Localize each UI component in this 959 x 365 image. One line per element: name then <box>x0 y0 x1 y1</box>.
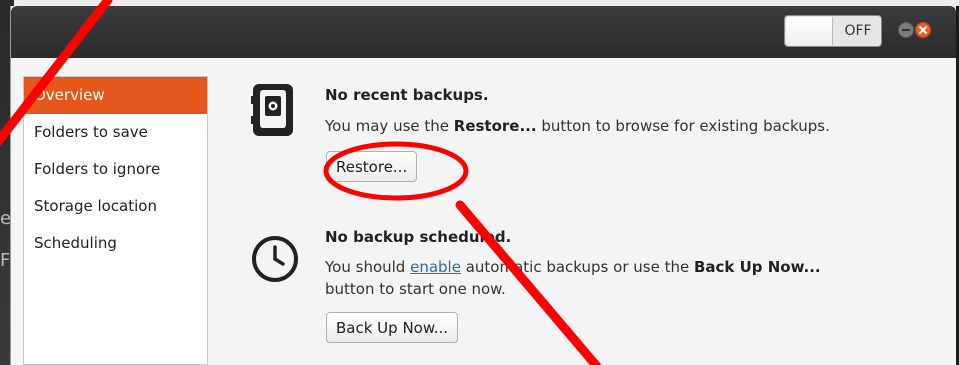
sidebar-item-folders-to-save[interactable]: Folders to save <box>24 114 207 151</box>
backup-toggle-switch[interactable]: OFF <box>784 15 882 47</box>
enable-link[interactable]: enable <box>410 258 461 276</box>
schedule-desc-middle: automatic backups or use the <box>460 258 694 276</box>
switch-label: OFF <box>844 23 872 39</box>
schedule-description: You should enable automatic backups or u… <box>325 256 925 300</box>
restore-desc-bold: Restore... <box>453 117 537 135</box>
sidebar: Overview Folders to save Folders to igno… <box>23 76 208 365</box>
restore-button[interactable]: Restore... <box>326 151 418 182</box>
schedule-desc-suffix: button to start one now. <box>325 280 506 298</box>
schedule-desc-prefix: You should <box>325 258 411 276</box>
close-button[interactable] <box>915 22 931 38</box>
header-bar: OFF <box>11 6 956 58</box>
switch-knob[interactable] <box>786 17 833 45</box>
schedule-title: No backup scheduled. <box>325 228 512 246</box>
restore-desc-suffix: button to browse for existing backups. <box>536 117 830 135</box>
schedule-desc-bold: Back Up Now... <box>693 258 821 276</box>
restore-title: No recent backups. <box>325 86 489 104</box>
safe-icon <box>251 84 293 136</box>
restore-description: You may use the Restore... button to bro… <box>325 115 925 137</box>
sidebar-item-storage-location[interactable]: Storage location <box>24 188 207 225</box>
sidebar-item-scheduling[interactable]: Scheduling <box>24 225 207 262</box>
backups-window: OFF Overview Folders to save Folders to … <box>10 6 956 365</box>
restore-desc-prefix: You may use the <box>325 117 454 135</box>
desktop-text-fragment: F <box>0 250 11 271</box>
clock-icon <box>252 236 298 282</box>
minimize-button[interactable] <box>898 22 914 38</box>
sidebar-item-overview[interactable]: Overview <box>24 77 207 114</box>
sidebar-item-folders-to-ignore[interactable]: Folders to ignore <box>24 151 207 188</box>
back-up-now-button[interactable]: Back Up Now... <box>326 312 459 343</box>
